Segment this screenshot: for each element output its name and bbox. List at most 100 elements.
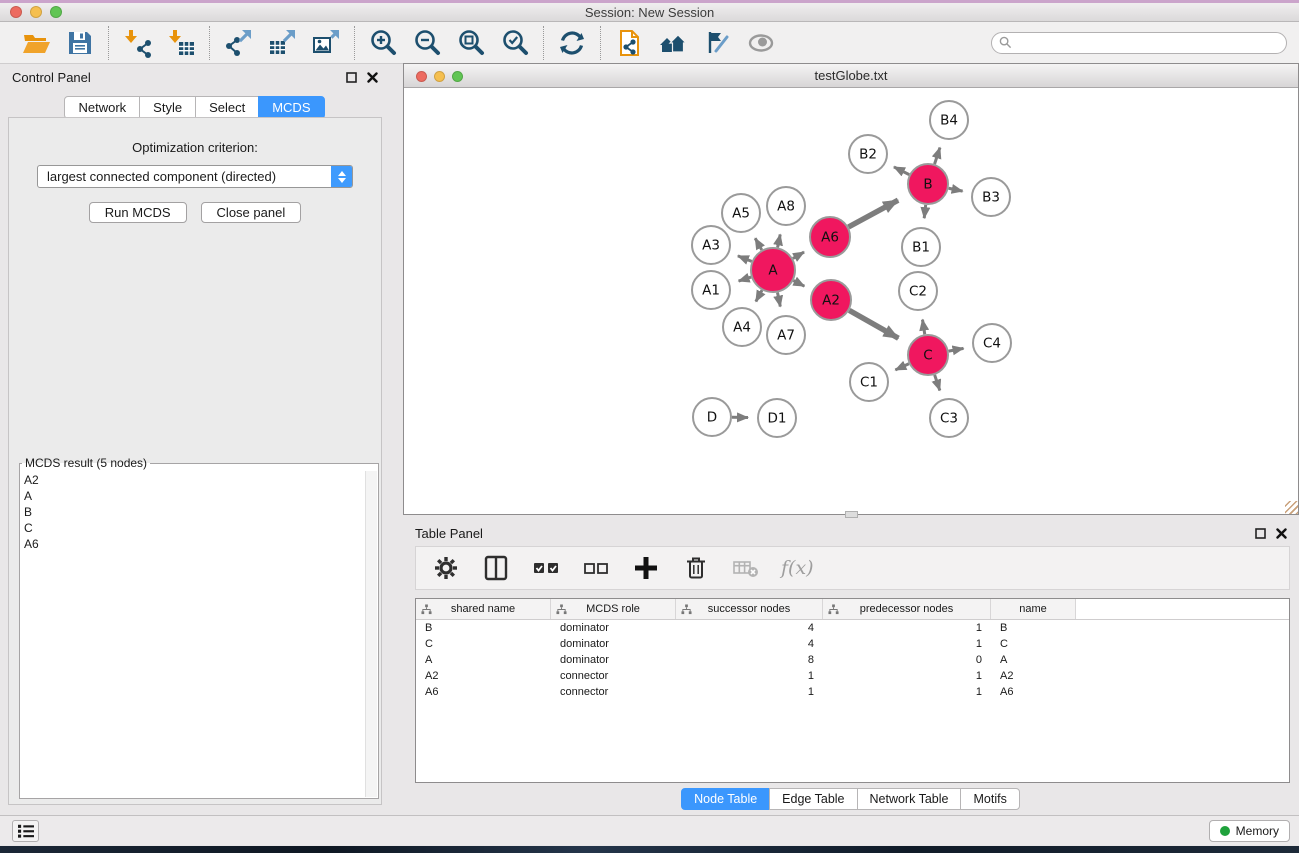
column-header-successor-nodes[interactable]: successor nodes bbox=[676, 599, 823, 619]
node-A5[interactable]: A5 bbox=[722, 194, 760, 232]
show-columns-icon[interactable] bbox=[481, 553, 511, 583]
node-A6[interactable]: A6 bbox=[810, 217, 850, 257]
node-B4[interactable]: B4 bbox=[930, 101, 968, 139]
close-panel-button[interactable]: Close panel bbox=[201, 202, 302, 223]
home-icon[interactable] bbox=[658, 28, 688, 58]
task-history-button[interactable] bbox=[12, 820, 39, 842]
zoom-in-icon[interactable] bbox=[368, 28, 398, 58]
edge-C-C1[interactable] bbox=[895, 364, 909, 370]
float-panel-icon[interactable] bbox=[1255, 528, 1266, 539]
node-B3[interactable]: B3 bbox=[972, 178, 1010, 216]
search-field[interactable] bbox=[991, 32, 1287, 54]
edge-B-B1[interactable] bbox=[924, 205, 925, 218]
export-network-icon[interactable] bbox=[223, 28, 253, 58]
column-header-name[interactable]: name bbox=[991, 599, 1076, 619]
delete-table-icon[interactable] bbox=[731, 553, 761, 583]
tab-edge-table[interactable]: Edge Table bbox=[769, 788, 857, 810]
edge-A-A5[interactable] bbox=[755, 238, 762, 250]
minimize-window-button[interactable] bbox=[30, 6, 42, 18]
node-C3[interactable]: C3 bbox=[930, 399, 968, 437]
result-item[interactable]: A6 bbox=[24, 536, 362, 552]
tab-motifs[interactable]: Motifs bbox=[960, 788, 1019, 810]
result-item[interactable]: A bbox=[24, 488, 362, 504]
splitter-handle[interactable] bbox=[845, 511, 858, 518]
table-row[interactable]: A6connector11A6 bbox=[416, 684, 1289, 700]
save-session-icon[interactable] bbox=[65, 28, 95, 58]
export-table-icon[interactable] bbox=[267, 28, 297, 58]
edge-A-A8[interactable] bbox=[778, 234, 781, 247]
network-zoom-button[interactable] bbox=[452, 71, 463, 82]
toggle-visibility-icon[interactable] bbox=[746, 28, 776, 58]
edge-A-A1[interactable] bbox=[739, 277, 752, 281]
search-input[interactable] bbox=[1017, 36, 1279, 50]
column-header-shared-name[interactable]: shared name bbox=[416, 599, 551, 619]
open-session-icon[interactable] bbox=[21, 28, 51, 58]
edge-A-A3[interactable] bbox=[738, 256, 752, 262]
node-D[interactable]: D bbox=[693, 398, 731, 436]
result-scrollbar[interactable] bbox=[365, 471, 377, 797]
zoom-selected-icon[interactable] bbox=[500, 28, 530, 58]
result-item[interactable]: B bbox=[24, 504, 362, 520]
table-row[interactable]: Cdominator41C bbox=[416, 636, 1289, 652]
import-network-icon[interactable] bbox=[122, 28, 152, 58]
import-table-icon[interactable] bbox=[166, 28, 196, 58]
tab-style[interactable]: Style bbox=[139, 96, 196, 119]
edge-A-A7[interactable] bbox=[778, 293, 781, 307]
edge-A-A6[interactable] bbox=[793, 252, 804, 258]
close-panel-icon[interactable] bbox=[367, 72, 378, 83]
close-panel-icon[interactable] bbox=[1276, 528, 1287, 539]
criterion-dropdown[interactable]: largest connected component (directed) bbox=[37, 165, 353, 188]
result-item[interactable]: C bbox=[24, 520, 362, 536]
node-A[interactable]: A bbox=[751, 248, 795, 292]
table-row[interactable]: A2connector11A2 bbox=[416, 668, 1289, 684]
tab-select[interactable]: Select bbox=[195, 96, 259, 119]
zoom-out-icon[interactable] bbox=[412, 28, 442, 58]
tab-network-table[interactable]: Network Table bbox=[857, 788, 962, 810]
column-header-mcds-role[interactable]: MCDS role bbox=[551, 599, 676, 619]
column-header-predecessor-nodes[interactable]: predecessor nodes bbox=[823, 599, 991, 619]
node-B2[interactable]: B2 bbox=[849, 135, 887, 173]
node-A4[interactable]: A4 bbox=[723, 308, 761, 346]
node-A8[interactable]: A8 bbox=[767, 187, 805, 225]
node-B[interactable]: B bbox=[908, 164, 948, 204]
annotation-mode-icon[interactable] bbox=[702, 28, 732, 58]
create-column-icon[interactable] bbox=[631, 553, 661, 583]
resize-grip[interactable] bbox=[1285, 501, 1298, 514]
table-settings-gear-icon[interactable] bbox=[431, 553, 461, 583]
node-C2[interactable]: C2 bbox=[899, 272, 937, 310]
zoom-fit-icon[interactable] bbox=[456, 28, 486, 58]
node-C[interactable]: C bbox=[908, 335, 948, 375]
network-window-titlebar[interactable]: testGlobe.txt bbox=[404, 64, 1298, 88]
edge-A6-B[interactable] bbox=[848, 200, 898, 227]
tab-node-table[interactable]: Node Table bbox=[681, 788, 770, 810]
node-C1[interactable]: C1 bbox=[850, 363, 888, 401]
close-window-button[interactable] bbox=[10, 6, 22, 18]
edge-B-B4[interactable] bbox=[935, 148, 940, 164]
function-builder-icon[interactable]: f(x) bbox=[781, 557, 814, 579]
edge-B-B3[interactable] bbox=[949, 188, 963, 191]
edge-A-A2[interactable] bbox=[793, 281, 804, 287]
refresh-icon[interactable] bbox=[557, 28, 587, 58]
tab-mcds[interactable]: MCDS bbox=[258, 96, 324, 119]
node-C4[interactable]: C4 bbox=[973, 324, 1011, 362]
edge-B-B2[interactable] bbox=[894, 167, 909, 175]
network-canvas[interactable]: AA1A2A3A4A5A6A7A8BB1B2B3B4CC1C2C3C4DD1 bbox=[404, 88, 1298, 514]
node-A1[interactable]: A1 bbox=[692, 271, 730, 309]
node-D1[interactable]: D1 bbox=[758, 399, 796, 437]
table-row[interactable]: Adominator80A bbox=[416, 652, 1289, 668]
select-all-columns-icon[interactable] bbox=[531, 553, 561, 583]
network-minimize-button[interactable] bbox=[434, 71, 445, 82]
edge-C-C4[interactable] bbox=[949, 348, 964, 351]
clone-network-icon[interactable] bbox=[614, 28, 644, 58]
node-B1[interactable]: B1 bbox=[902, 228, 940, 266]
edge-A2-C[interactable] bbox=[849, 310, 898, 338]
network-close-button[interactable] bbox=[416, 71, 427, 82]
run-mcds-button[interactable]: Run MCDS bbox=[89, 202, 187, 223]
node-A2[interactable]: A2 bbox=[811, 280, 851, 320]
edge-C-C2[interactable] bbox=[922, 320, 924, 335]
memory-button[interactable]: Memory bbox=[1209, 820, 1290, 842]
delete-column-icon[interactable] bbox=[681, 553, 711, 583]
node-A3[interactable]: A3 bbox=[692, 226, 730, 264]
table-row[interactable]: Bdominator41B bbox=[416, 620, 1289, 636]
float-panel-icon[interactable] bbox=[346, 72, 357, 83]
